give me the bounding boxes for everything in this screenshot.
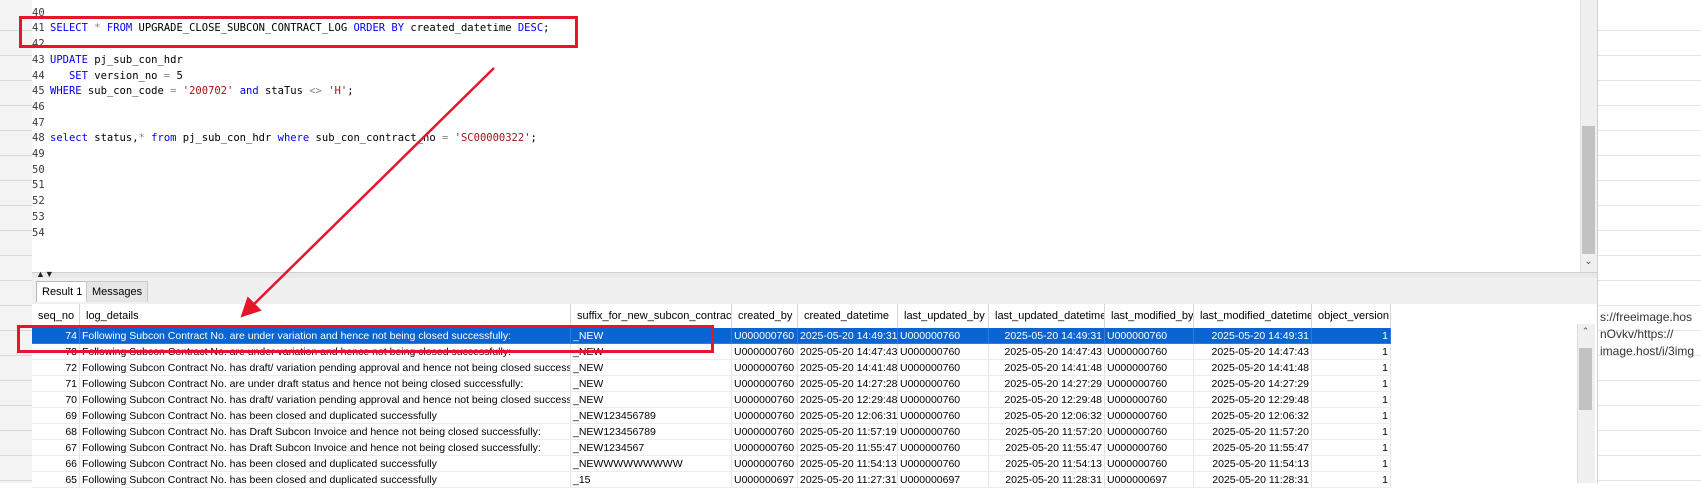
annotation-arrow xyxy=(240,67,495,318)
annotation-arrow-layer xyxy=(240,67,495,318)
